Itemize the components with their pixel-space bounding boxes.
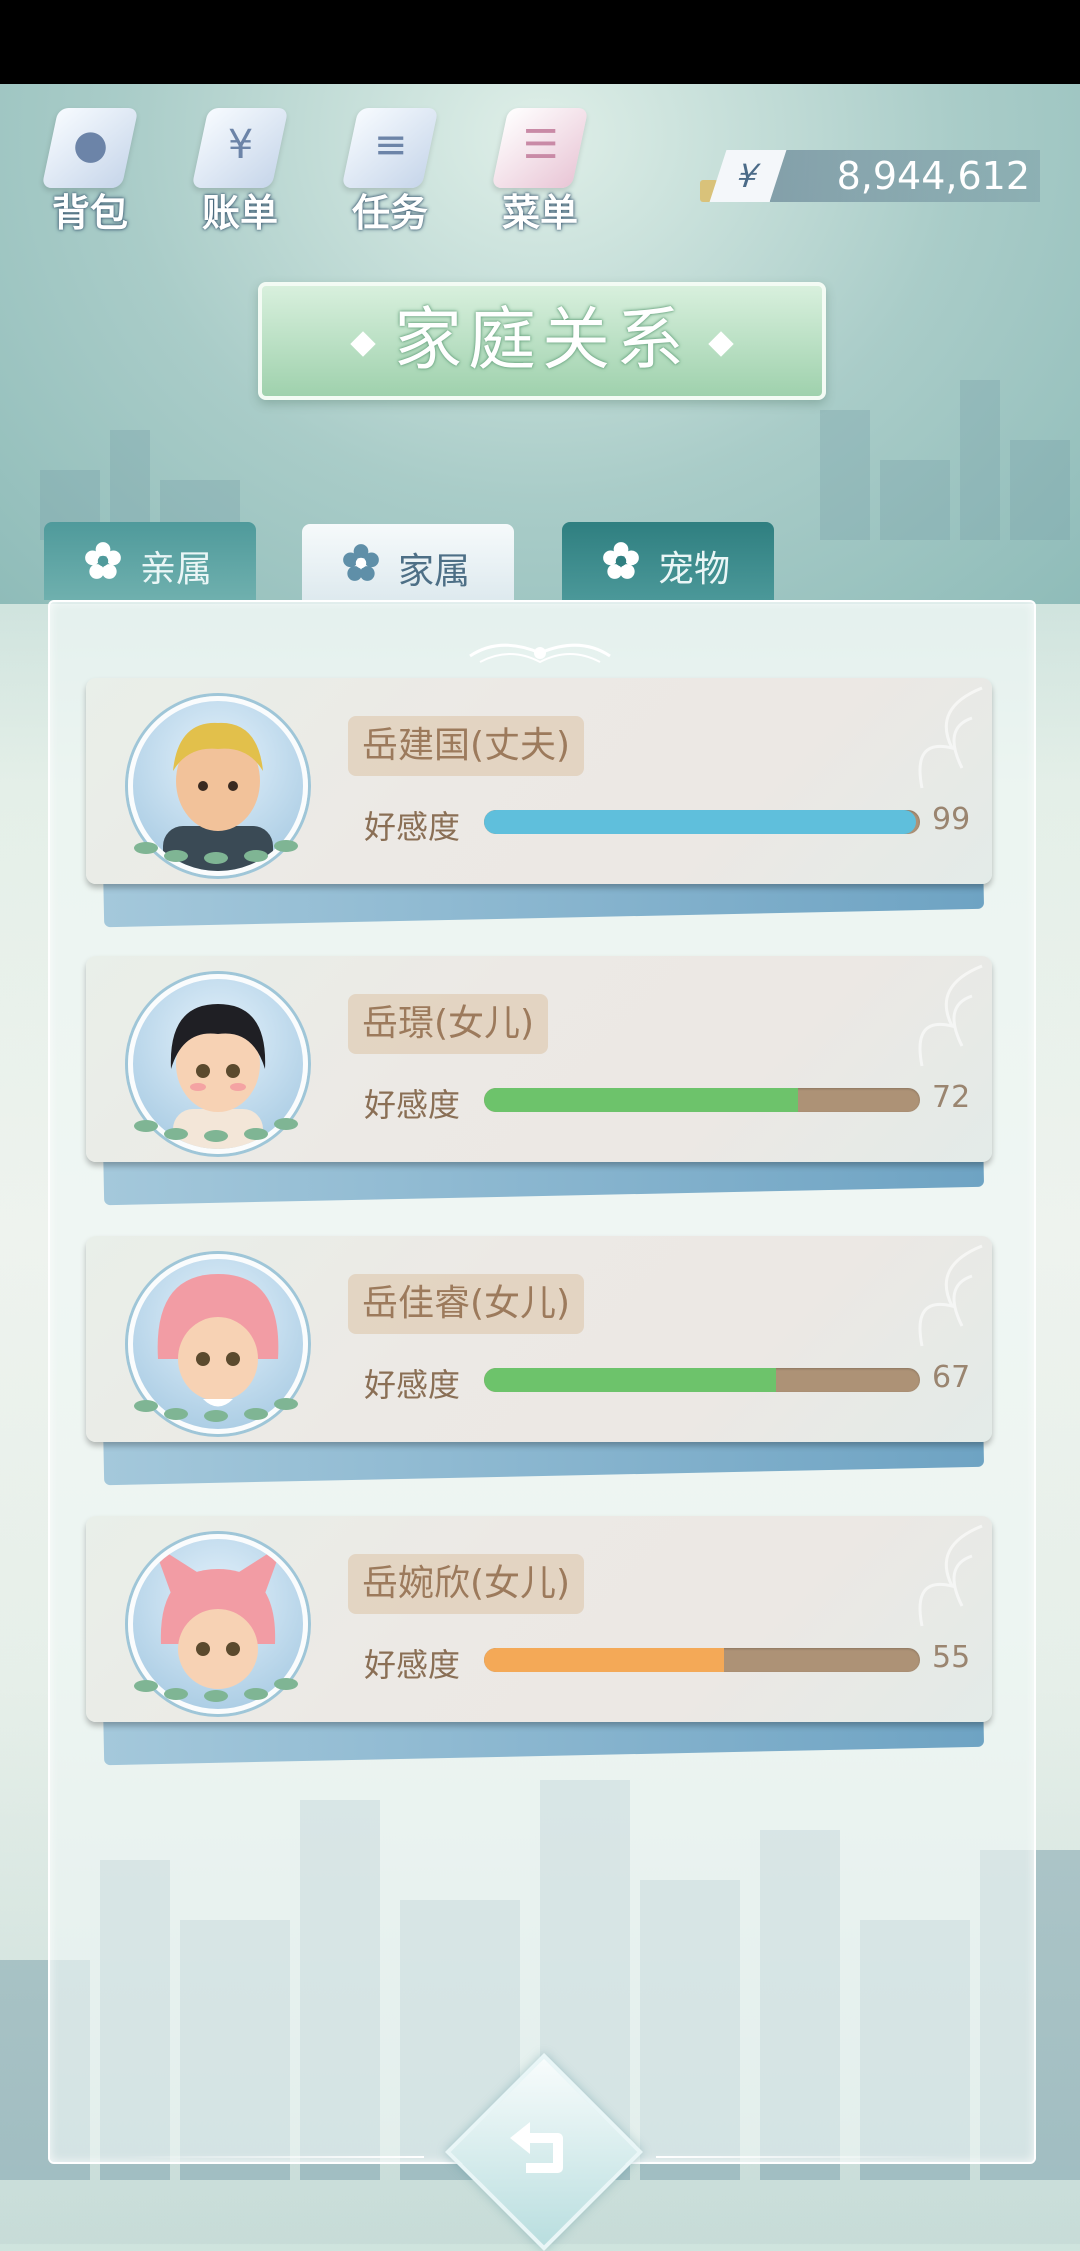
affinity-bar [484, 1648, 920, 1672]
tab-relatives-label: 亲属 [140, 549, 213, 590]
filigree-ornament [918, 686, 983, 789]
flower-icon [343, 544, 379, 581]
page-title-banner: 家庭关系 [258, 282, 826, 400]
affinity-label: 好感度 [364, 1646, 461, 1684]
relation-name: 岳璟(女儿) [348, 994, 549, 1054]
tab-pets-label: 宠物 [658, 549, 731, 590]
relation-name: 岳建国(丈夫) [348, 716, 585, 776]
leaves-ornament [134, 1398, 298, 1422]
bill-label: 账单 [201, 191, 278, 235]
filigree-ornament [918, 964, 983, 1067]
task-label: 任务 [351, 191, 428, 235]
affinity-bar [484, 1088, 920, 1112]
leaves-ornament [134, 840, 298, 864]
currency-display: 8,944,612 ¥ [700, 150, 1040, 204]
back-arrow-icon [510, 2122, 563, 2173]
affinity-label: 好感度 [364, 1366, 461, 1404]
tab-pets[interactable]: 宠物 [562, 522, 774, 600]
affinity-bar [484, 810, 920, 834]
relation-name: 岳佳睿(女儿) [348, 1274, 585, 1334]
affinity-bar-fill [484, 1088, 798, 1112]
relation-card[interactable]: 岳婉欣(女儿) 好感度 55 [86, 1516, 996, 1766]
affinity-bar-fill [484, 1648, 724, 1672]
task-button[interactable]: ≡ 任务 [330, 100, 450, 240]
affinity-bar-fill [484, 1368, 777, 1392]
leaves-ornament [134, 1678, 298, 1702]
affinity-label: 好感度 [364, 808, 461, 846]
relation-card[interactable]: 岳璟(女儿) 好感度 72 [86, 956, 996, 1206]
bill-icon: ¥ [191, 108, 289, 188]
bag-icon: ● [41, 108, 139, 188]
menu-label: 菜单 [501, 191, 578, 235]
tab-family[interactable]: 家属 [302, 524, 514, 602]
page-title: 家庭关系 [393, 301, 690, 380]
divider-right [656, 2156, 956, 2158]
affinity-value: 99 [932, 802, 971, 837]
tab-relatives[interactable]: 亲属 [44, 522, 256, 600]
relation-card[interactable]: 岳建国(丈夫) 好感度 99 [86, 678, 996, 928]
bag-button[interactable]: ● 背包 [30, 100, 150, 240]
currency-amount: 8,944,612 [770, 150, 1040, 202]
affinity-bar [484, 1368, 920, 1392]
filigree-ornament [918, 1524, 983, 1627]
relation-name: 岳婉欣(女儿) [348, 1554, 585, 1614]
flower-icon [603, 542, 639, 579]
relation-card[interactable]: 岳佳睿(女儿) 好感度 67 [86, 1236, 996, 1486]
status-bar [0, 0, 1080, 84]
task-icon: ≡ [341, 108, 439, 188]
diamond-left-icon [350, 331, 376, 358]
scroll-ornament-icon [469, 643, 611, 664]
leaves-ornament [134, 1118, 298, 1142]
affinity-label: 好感度 [364, 1086, 461, 1124]
menu-button[interactable]: ☰ 菜单 [480, 100, 600, 240]
tab-family-label: 家属 [398, 551, 471, 592]
bag-label: 背包 [51, 191, 128, 235]
menu-icon: ☰ [491, 108, 589, 188]
flower-icon [85, 542, 121, 579]
bill-button[interactable]: ¥ 账单 [180, 100, 300, 240]
filigree-ornament [918, 1244, 983, 1347]
diamond-right-icon [708, 331, 734, 358]
divider-left [124, 2156, 424, 2158]
affinity-value: 55 [932, 1640, 971, 1675]
affinity-value: 72 [932, 1080, 971, 1115]
affinity-value: 67 [932, 1360, 971, 1395]
affinity-bar-fill [484, 810, 916, 834]
